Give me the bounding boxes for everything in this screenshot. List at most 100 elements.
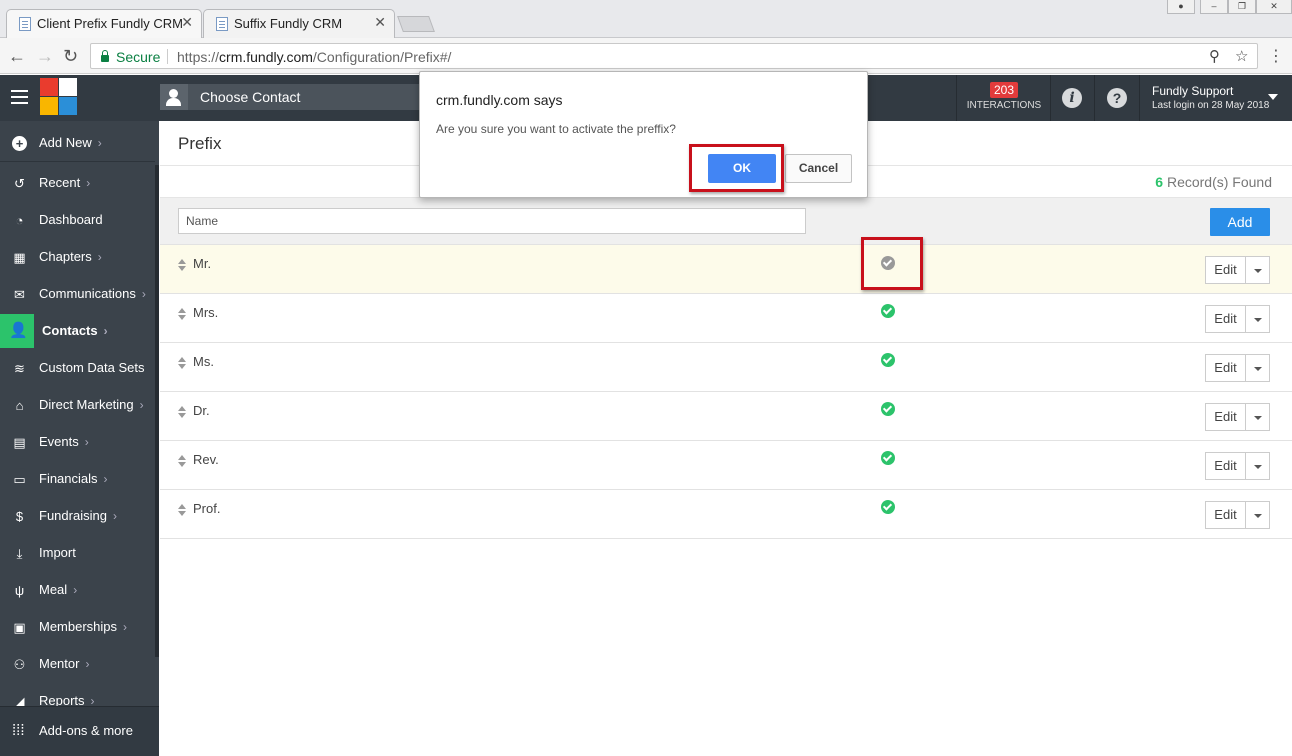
mentor-icon: ⚇ bbox=[13, 657, 26, 672]
browser-menu-icon[interactable]: ⋮ bbox=[1268, 46, 1284, 66]
cutlery-icon: ψ bbox=[14, 583, 25, 598]
page-icon bbox=[216, 17, 228, 31]
info-icon[interactable]: i bbox=[1062, 88, 1082, 108]
row-menu-dropdown[interactable] bbox=[1245, 256, 1270, 284]
browser-tab-bar: Client Prefix Fundly CRM ✕ Suffix Fundly… bbox=[0, 0, 1292, 38]
page-title: Prefix bbox=[178, 134, 222, 153]
row-menu-dropdown[interactable] bbox=[1245, 452, 1270, 480]
minimize-icon[interactable]: – bbox=[1200, 0, 1228, 14]
sidebar-item-financials[interactable]: ▭ Financials › bbox=[0, 462, 155, 496]
history-icon: ↺ bbox=[14, 176, 25, 191]
edit-button[interactable]: Edit bbox=[1205, 403, 1246, 431]
active-check-icon[interactable] bbox=[881, 451, 895, 465]
close-tab-icon[interactable]: ✕ bbox=[374, 14, 386, 31]
url-text: https://crm.fundly.com/Configuration/Pre… bbox=[177, 49, 452, 65]
filter-bar: Name Add bbox=[160, 197, 1292, 245]
help-icon[interactable]: ? bbox=[1107, 88, 1127, 108]
active-check-icon[interactable] bbox=[881, 500, 895, 514]
tab-title: Suffix Fundly CRM bbox=[234, 16, 343, 31]
sidebar-item-events[interactable]: ▤ Events › bbox=[0, 425, 155, 459]
new-tab-button[interactable] bbox=[397, 16, 435, 32]
prefix-name: Mrs. bbox=[193, 305, 219, 320]
active-check-icon[interactable] bbox=[881, 304, 895, 318]
sidebar-item-memberships[interactable]: ▣ Memberships › bbox=[0, 610, 155, 644]
dashboard-icon: ◔ bbox=[15, 213, 24, 228]
add-button[interactable]: Add bbox=[1210, 208, 1270, 236]
sort-handle-icon[interactable] bbox=[178, 357, 186, 369]
active-check-icon[interactable] bbox=[881, 353, 895, 367]
table-row: Ms. Edit bbox=[160, 343, 1292, 392]
sidebar-item-dashboard[interactable]: ◔ Dashboard bbox=[0, 203, 155, 237]
sort-handle-icon[interactable] bbox=[178, 455, 186, 467]
window-close-icon[interactable]: ✕ bbox=[1256, 0, 1292, 14]
chevron-down-icon[interactable] bbox=[1268, 94, 1278, 100]
reload-icon[interactable]: ↻ bbox=[63, 46, 78, 67]
layers-icon: ≋ bbox=[14, 361, 25, 376]
calendar-icon: ▤ bbox=[13, 435, 26, 450]
close-tab-icon[interactable]: ✕ bbox=[181, 14, 193, 31]
page-icon bbox=[19, 17, 31, 31]
choose-contact-label: Choose Contact bbox=[200, 89, 301, 105]
browser-tab-suffix[interactable]: Suffix Fundly CRM ✕ bbox=[203, 9, 395, 38]
divider bbox=[167, 49, 168, 64]
sidebar-item-import[interactable]: ⤓ Import bbox=[0, 536, 155, 570]
maximize-icon[interactable]: ❐ bbox=[1228, 0, 1256, 14]
sidebar-item-communications[interactable]: ✉ Communications › bbox=[0, 277, 155, 311]
sidebar-item-contacts[interactable]: 👤 Contacts › bbox=[0, 314, 155, 348]
sidebar-item-add-new[interactable]: + Add New › bbox=[0, 126, 155, 160]
chevron-right-icon: › bbox=[84, 435, 89, 449]
fundly-logo[interactable] bbox=[40, 78, 77, 115]
edit-button[interactable]: Edit bbox=[1205, 501, 1246, 529]
divider bbox=[1094, 75, 1095, 121]
sidebar-item-addons[interactable]: ⁞⁞⁞ Add-ons & more bbox=[0, 706, 159, 756]
table-row: Dr. Edit bbox=[160, 392, 1292, 441]
sidebar-item-mentor[interactable]: ⚇ Mentor › bbox=[0, 647, 155, 681]
row-menu-dropdown[interactable] bbox=[1245, 354, 1270, 382]
edit-button[interactable]: Edit bbox=[1205, 305, 1246, 333]
choose-contact-button[interactable]: Choose Contact bbox=[160, 84, 422, 110]
moneybag-icon: $ bbox=[15, 509, 24, 524]
sort-handle-icon[interactable] bbox=[178, 308, 186, 320]
sidebar-item-chapters[interactable]: ▦ Chapters › bbox=[0, 240, 155, 274]
main-content: Prefix 6 Record(s) Found Name Add Mr. Ed… bbox=[160, 121, 1292, 756]
lock-icon bbox=[101, 50, 109, 62]
interactions-label: INTERACTIONS bbox=[966, 100, 1042, 111]
edit-button[interactable]: Edit bbox=[1205, 452, 1246, 480]
records-count: 6 bbox=[1155, 174, 1164, 190]
prefix-name: Dr. bbox=[193, 403, 210, 418]
dialog-title: crm.fundly.com says bbox=[436, 92, 563, 108]
import-icon: ⤓ bbox=[16, 546, 23, 561]
sidebar-item-recent[interactable]: ↺ Recent › bbox=[0, 166, 155, 200]
edit-button[interactable]: Edit bbox=[1205, 354, 1246, 382]
sort-handle-icon[interactable] bbox=[178, 504, 186, 516]
back-icon[interactable]: ← bbox=[8, 46, 26, 67]
browser-tab-client-prefix[interactable]: Client Prefix Fundly CRM ✕ bbox=[6, 9, 202, 38]
row-menu-dropdown[interactable] bbox=[1245, 305, 1270, 333]
user-icon: 👤 bbox=[9, 322, 28, 339]
sidebar-item-custom-data-sets[interactable]: ≋ Custom Data Sets bbox=[0, 351, 155, 385]
edit-button[interactable]: Edit bbox=[1205, 256, 1246, 284]
row-menu-dropdown[interactable] bbox=[1245, 403, 1270, 431]
interactions-button[interactable]: 203 INTERACTIONS bbox=[958, 75, 1050, 121]
cancel-button[interactable]: Cancel bbox=[785, 154, 852, 183]
sidebar-item-fundraising[interactable]: $ Fundraising › bbox=[0, 499, 155, 533]
zoom-icon[interactable]: ⚲ bbox=[1209, 47, 1220, 65]
confirm-dialog: crm.fundly.com says Are you sure you wan… bbox=[419, 71, 868, 198]
address-toolbar: ← → ↻ Secure https://crm.fundly.com/Conf… bbox=[0, 38, 1292, 74]
sidebar-scrollbar[interactable] bbox=[155, 165, 159, 657]
menu-toggle-icon[interactable] bbox=[11, 90, 28, 104]
user-menu[interactable]: Fundly Support Last login on 28 May 2018 bbox=[1152, 84, 1269, 111]
money-icon: ▭ bbox=[13, 472, 26, 487]
url-field[interactable]: Secure https://crm.fundly.com/Configurat… bbox=[90, 43, 1258, 69]
sidebar-item-direct-marketing[interactable]: ⌂ Direct Marketing › bbox=[0, 388, 155, 422]
profile-icon[interactable]: ● bbox=[1167, 0, 1195, 14]
sort-handle-icon[interactable] bbox=[178, 259, 186, 271]
name-filter-input[interactable]: Name bbox=[178, 208, 806, 234]
row-menu-dropdown[interactable] bbox=[1245, 501, 1270, 529]
sidebar-item-meal[interactable]: ψ Meal › bbox=[0, 573, 155, 607]
bookmark-star-icon[interactable]: ☆ bbox=[1235, 47, 1248, 65]
active-check-icon[interactable] bbox=[881, 402, 895, 416]
secure-indicator[interactable]: Secure bbox=[101, 49, 160, 65]
forward-icon[interactable]: → bbox=[36, 46, 54, 67]
sort-handle-icon[interactable] bbox=[178, 406, 186, 418]
